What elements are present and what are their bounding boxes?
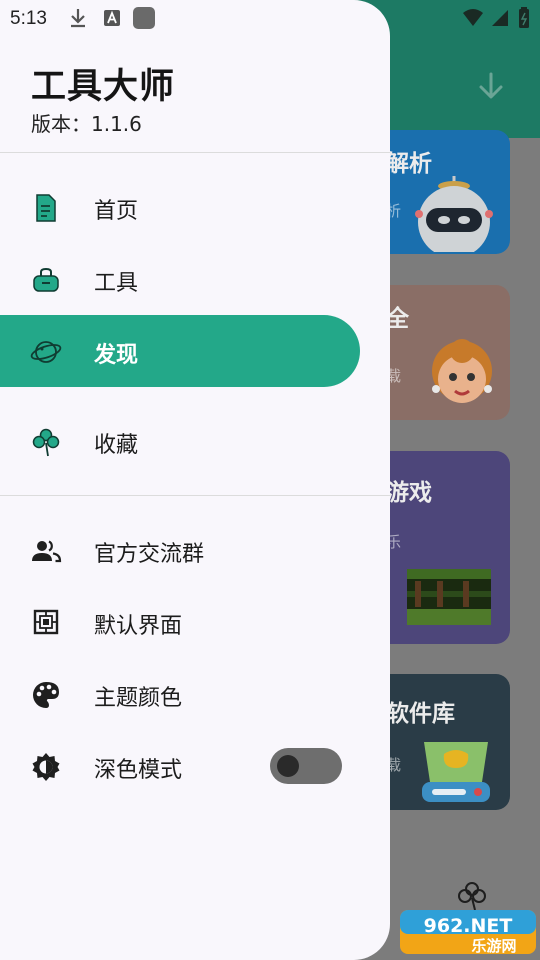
nav-item-home[interactable]: 首页 xyxy=(0,171,360,243)
nav-item-label: 发现 xyxy=(94,343,139,368)
toolbox-icon xyxy=(33,267,59,292)
divider xyxy=(0,495,390,496)
watermark-logo: 962.NET 乐游网 xyxy=(398,906,538,958)
nav-item-label: 工具 xyxy=(94,271,139,296)
signal-icon xyxy=(492,10,508,26)
dark-mode-icon xyxy=(32,753,60,781)
avatar-illustration xyxy=(432,339,492,403)
navigation-drawer: 工具大师 版本：1.1.6 首页 工具 发现 收藏 官方交流群 默认界面 主题颜… xyxy=(0,0,390,960)
nav-item-theme-color[interactable]: 主题颜色 xyxy=(0,658,360,730)
battery-icon xyxy=(519,7,529,28)
status-time: 5:13 xyxy=(10,8,47,29)
nav-item-label: 主题颜色 xyxy=(94,686,183,711)
download-icon xyxy=(71,9,85,28)
default-screen-icon xyxy=(33,609,59,635)
app-version: 版本：1.1.6 xyxy=(31,112,142,136)
nav-item-label: 首页 xyxy=(94,199,139,224)
status-bar: 5:13 xyxy=(0,0,540,36)
toggle-knob xyxy=(277,755,299,777)
svg-text:乐游网: 乐游网 xyxy=(471,937,516,955)
game-screenshot xyxy=(407,569,491,625)
divider xyxy=(0,152,390,153)
nav-item-label: 官方交流群 xyxy=(94,542,205,567)
svg-text:962.NET: 962.NET xyxy=(424,915,513,937)
group-icon xyxy=(32,540,62,563)
nav-item-label: 默认界面 xyxy=(94,614,183,639)
nav-item-label: 收藏 xyxy=(94,433,139,458)
wifi-icon xyxy=(463,9,483,26)
nav-item-label: 深色模式 xyxy=(94,758,183,783)
app-title: 工具大师 xyxy=(31,67,176,107)
nav-item-favorites[interactable]: 收藏 xyxy=(0,405,360,477)
nav-item-discover[interactable]: 发现 xyxy=(0,315,360,387)
app-square-icon xyxy=(133,7,155,29)
a-badge-icon xyxy=(104,10,120,26)
planet-icon xyxy=(30,341,62,363)
storage-illustration xyxy=(422,742,490,802)
document-icon xyxy=(36,194,56,222)
clover-icon xyxy=(32,428,60,457)
palette-icon xyxy=(33,682,59,708)
robot-illustration xyxy=(415,176,493,252)
download-icon[interactable] xyxy=(474,70,508,104)
card-title: 软件库 xyxy=(386,701,455,727)
nav-item-official-group[interactable]: 官方交流群 xyxy=(0,514,360,586)
nav-item-tools[interactable]: 工具 xyxy=(0,243,360,315)
card-title: 游戏 xyxy=(386,480,432,506)
dark-mode-toggle[interactable] xyxy=(270,748,342,784)
nav-item-default-screen[interactable]: 默认界面 xyxy=(0,586,360,658)
